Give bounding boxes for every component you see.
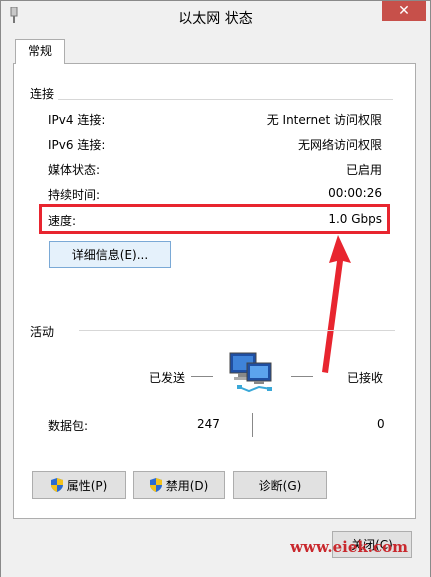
ipv4-label: IPv4 连接: [48, 113, 106, 127]
packets-separator [252, 413, 253, 437]
ipv6-label: IPv6 连接: [48, 138, 106, 152]
activity-divider [79, 330, 395, 331]
title-bar[interactable]: 以太网 状态 ✕ [1, 1, 430, 31]
sent-dash [191, 376, 213, 377]
received-label: 已接收 [347, 371, 384, 385]
annotation-arrow-icon [322, 235, 351, 373]
disable-button[interactable]: 禁用(D) [133, 471, 225, 499]
ethernet-status-window: 以太网 状态 ✕ 常规 连接 IPv4 连接: 无 Internet 访问权限 … [0, 0, 431, 577]
speed-highlight-box [39, 204, 390, 234]
activity-section-label: 活动 [30, 323, 59, 340]
media-state-value: 已启用 [345, 163, 382, 177]
connection-divider [31, 99, 393, 100]
window-title: 以太网 状态 [178, 11, 253, 27]
packets-label: 数据包: [48, 419, 89, 433]
duration-value: 00:00:26 [328, 186, 382, 200]
received-dash [291, 376, 313, 377]
properties-label: 属性(P) [66, 478, 108, 493]
properties-button[interactable]: 属性(P) [32, 471, 126, 499]
uac-shield-icon [50, 478, 63, 492]
watermark-text: www.eiek.com [290, 538, 408, 556]
media-state-label: 媒体状态: [48, 163, 101, 177]
network-computers-icon [229, 352, 272, 393]
duration-label: 持续时间: [48, 188, 101, 202]
sent-label: 已发送 [149, 371, 186, 385]
connection-section-label: 连接 [30, 85, 59, 102]
ipv6-value: 无网络访问权限 [297, 138, 382, 152]
close-window-button[interactable]: ✕ [382, 1, 426, 21]
packets-sent-value: 247 [197, 417, 220, 431]
packets-received-value: 0 [377, 417, 385, 431]
details-button[interactable]: 详细信息(E)... [49, 241, 171, 268]
uac-shield-icon [149, 478, 162, 492]
disable-label: 禁用(D) [165, 478, 209, 493]
tab-general[interactable]: 常规 [15, 39, 65, 64]
diagnose-button[interactable]: 诊断(G) [233, 471, 327, 499]
ipv4-value: 无 Internet 访问权限 [266, 113, 382, 127]
